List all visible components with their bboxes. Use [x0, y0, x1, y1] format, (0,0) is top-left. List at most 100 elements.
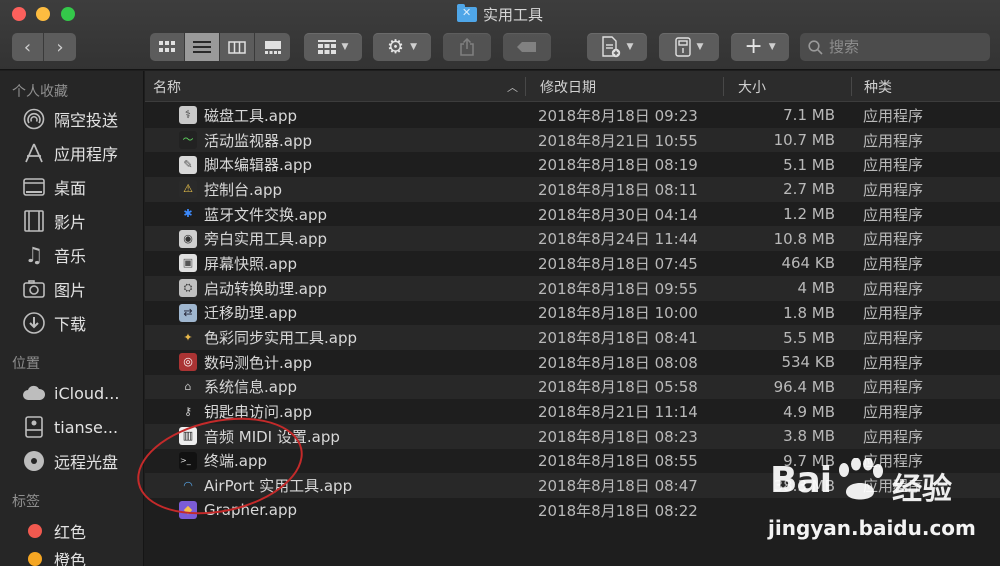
sidebar-item-label: 音乐 — [54, 247, 87, 266]
table-row[interactable]: ⚠ 控制台.app 2018年8月18日 08:11 2.7 MB 应用程序 — [145, 177, 1000, 202]
sidebar-item-tag-orange[interactable]: 橙色 — [22, 549, 142, 566]
column-divider[interactable] — [851, 77, 852, 96]
chevron-right-icon: › — [56, 36, 64, 58]
table-row[interactable]: ✱ 蓝牙文件交换.app 2018年8月30日 04:14 1.2 MB 应用程序 — [145, 201, 1000, 227]
forward-button[interactable]: › — [44, 33, 76, 61]
screenshot-icon: ▣ — [179, 254, 197, 273]
file-date: 2018年8月18日 08:47 — [538, 477, 698, 496]
tag-icon — [517, 42, 536, 52]
table-row[interactable]: ⚷ 钥匙串访问.app 2018年8月21日 11:14 4.9 MB 应用程序 — [145, 399, 1000, 424]
colorsync-icon: ✦ — [177, 325, 199, 350]
file-size: 464 KB — [781, 254, 835, 273]
column-header-size[interactable]: 大小 — [738, 71, 848, 102]
file-name: 系统信息.app — [204, 378, 298, 397]
search-field[interactable] — [800, 33, 990, 61]
screenshot-icon: ▣ — [177, 251, 199, 276]
search-icon — [808, 39, 823, 55]
sidebar-item-label: 远程光盘 — [54, 453, 119, 472]
group-by-button[interactable]: ▼ — [304, 33, 362, 61]
file-size: 5.1 MB — [783, 155, 835, 174]
sidebar-item-music[interactable]: ♫ 音乐 — [22, 241, 142, 269]
file-name: 启动转换助理.app — [204, 279, 328, 298]
window-title-label: 实用工具 — [482, 5, 543, 24]
column-header-kind[interactable]: 种类 — [864, 71, 994, 102]
grapher-icon: ◆ — [179, 501, 197, 520]
table-row[interactable]: 〜活动监视器.app 2018年8月21日 10:55 10.7 MB 应用程序 — [145, 127, 1000, 153]
file-size: 1.2 MB — [783, 205, 835, 224]
color-meter-icon: ◎ — [177, 350, 199, 375]
sidebar-item-downloads[interactable]: 下载 — [22, 309, 142, 337]
table-row[interactable]: ◉ 旁白实用工具.app 2018年8月24日 11:44 10.8 MB 应用程序 — [145, 226, 1000, 252]
column-header-date[interactable]: 修改日期 — [540, 71, 720, 102]
table-row[interactable]: ⇄ 迁移助理.app 2018年8月18日 10:00 1.8 MB 应用程序 — [145, 300, 1000, 326]
sidebar-section-locations: 位置 — [12, 356, 40, 372]
new-document-button[interactable]: ▼ — [587, 33, 647, 61]
file-name: 色彩同步实用工具.app — [204, 329, 358, 348]
back-button[interactable]: ‹ — [12, 33, 44, 61]
sidebar-item-tag-red[interactable]: 红色 — [22, 517, 142, 545]
table-row[interactable]: ✦ 色彩同步实用工具.app 2018年8月18日 08:41 5.5 MB 应用程序 — [145, 325, 1000, 350]
table-row[interactable]: ✎ 脚本编辑器.app 2018年8月18日 08:19 5.1 MB 应用程序 — [145, 152, 1000, 178]
search-input[interactable] — [829, 38, 969, 56]
file-kind: 应用程序 — [863, 131, 924, 150]
sidebar-item-airdrop[interactable]: 隔空投送 — [22, 105, 142, 133]
file-name: 音频 MIDI 设置.app — [204, 427, 340, 446]
file-date: 2018年8月18日 08:55 — [538, 452, 698, 471]
table-row[interactable]: ▥ 音频 MIDI 设置.app 2018年8月18日 08:23 3.8 MB 应用程… — [145, 423, 1000, 449]
file-name: 活动监视器.app — [204, 131, 313, 150]
system-info-icon: ⌂ — [177, 375, 199, 400]
grapher-icon: ◆ — [177, 498, 199, 523]
file-date: 2018年8月18日 08:23 — [538, 427, 698, 446]
table-row[interactable]: ◆ Grapher.app 2018年8月18日 08:22 — [145, 498, 1000, 523]
file-size: 10.8 MB — [773, 229, 835, 248]
file-date: 2018年8月18日 09:23 — [538, 106, 698, 125]
airdrop-icon — [22, 108, 46, 130]
table-row[interactable]: ◠ AirPort 实用工具.app 2018年8月18日 08:47 38.3 MB… — [145, 473, 1000, 498]
chevron-left-icon: ‹ — [23, 36, 32, 58]
table-row[interactable]: ▣ 屏幕快照.app 2018年8月18日 07:45 464 KB 应用程序 — [145, 251, 1000, 276]
table-row[interactable]: >_ 终端.app 2018年8月18日 08:55 9.7 MB 应用程序 — [145, 448, 1000, 474]
sidebar-item-label: 隔空投送 — [54, 111, 119, 130]
share-button[interactable] — [443, 33, 491, 61]
sidebar-item-macintosh-disk[interactable]: tianse... — [22, 413, 142, 441]
gear-icon: ⚙ — [387, 36, 405, 58]
column-divider[interactable] — [525, 77, 526, 96]
table-row[interactable]: ⌂ 系统信息.app 2018年8月18日 05:58 96.4 MB 应用程序 — [145, 374, 1000, 400]
activity-monitor-icon: 〜 — [177, 128, 199, 153]
add-button[interactable]: + ▼ — [731, 33, 789, 61]
file-name: 屏幕快照.app — [204, 254, 298, 273]
migration-icon: ⇄ — [179, 303, 197, 322]
icon-view-button[interactable] — [150, 33, 185, 61]
file-date: 2018年8月18日 05:58 — [538, 378, 698, 397]
edit-tags-button[interactable] — [503, 33, 551, 61]
table-row[interactable]: ⛭ 启动转换助理.app 2018年8月18日 09:55 4 MB 应用程序 — [145, 275, 1000, 301]
sidebar-item-icloud[interactable]: iCloud... — [22, 379, 142, 407]
boot-camp-icon: ⛭ — [179, 279, 197, 298]
sidebar-item-desktop[interactable]: 桌面 — [22, 173, 142, 201]
file-kind: 应用程序 — [863, 329, 924, 348]
window-title: 实用工具 — [0, 3, 1000, 24]
column-view-button[interactable] — [220, 33, 255, 61]
file-list: 名称 ︿ 修改日期 大小 种类 ⚕ 磁盘工具.app 2018年8月18日 09:2… — [145, 71, 1000, 566]
column-header-name[interactable]: 名称 — [153, 71, 523, 102]
list-view-button[interactable] — [185, 33, 220, 61]
action-menu-button[interactable]: ⚙ ▼ — [373, 33, 431, 61]
gallery-view-button[interactable] — [255, 33, 290, 61]
migration-icon: ⇄ — [177, 301, 199, 326]
sidebar-item-movies[interactable]: 影片 — [22, 207, 142, 235]
file-kind: 应用程序 — [863, 427, 924, 446]
column-header-date-label: 修改日期 — [540, 79, 596, 96]
column-divider[interactable] — [723, 77, 724, 96]
column-header-size-label: 大小 — [738, 79, 766, 96]
drive-icon — [674, 37, 691, 57]
keychain-icon: ⚷ — [183, 404, 193, 418]
document-add-icon — [601, 36, 620, 58]
sidebar-item-remote-disc[interactable]: 远程光盘 — [22, 447, 142, 475]
file-name: 控制台.app — [204, 180, 283, 199]
pictures-icon — [22, 280, 46, 298]
sidebar-item-applications[interactable]: 应用程序 — [22, 139, 142, 167]
sidebar-item-pictures[interactable]: 图片 — [22, 275, 142, 303]
table-row[interactable]: ◎ 数码测色计.app 2018年8月18日 08:08 534 KB 应用程序 — [145, 349, 1000, 375]
table-row[interactable]: ⚕ 磁盘工具.app 2018年8月18日 09:23 7.1 MB 应用程序 — [145, 103, 1000, 128]
device-menu-button[interactable]: ▼ — [659, 33, 719, 61]
